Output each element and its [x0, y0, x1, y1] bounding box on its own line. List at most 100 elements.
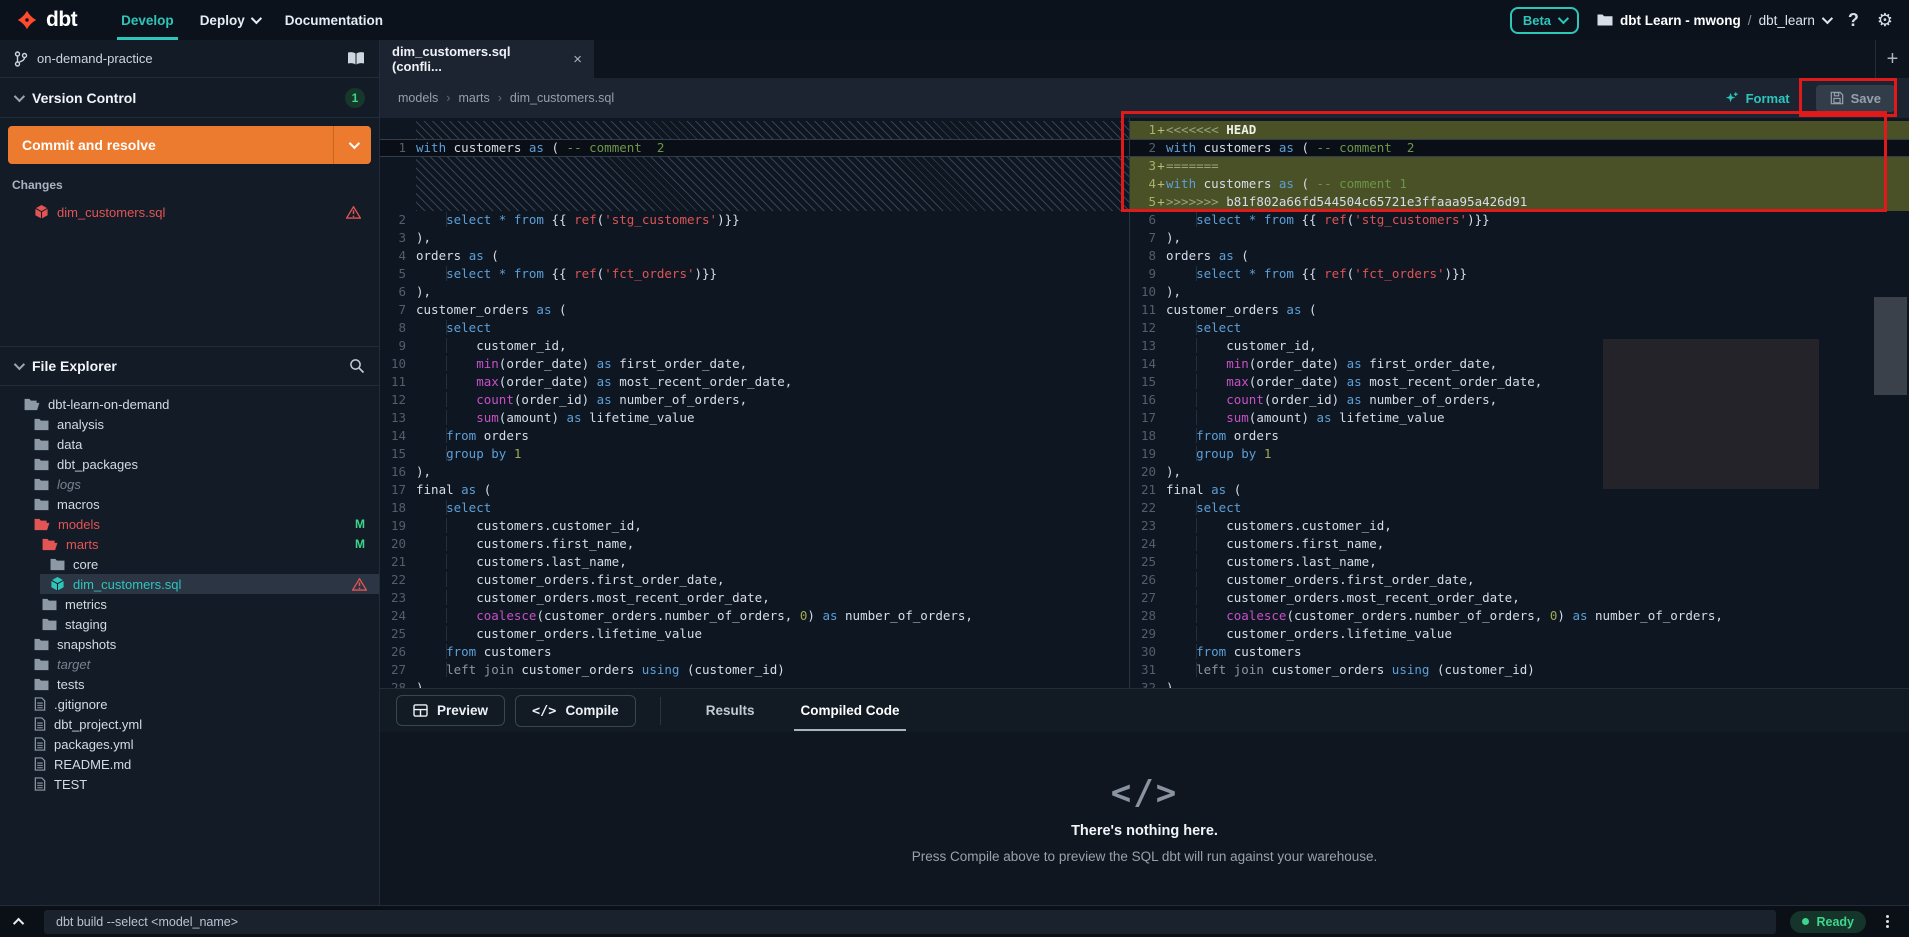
file-tree-item-test[interactable]: TEST: [0, 774, 379, 794]
file-tree-item-marts[interactable]: martsM: [0, 534, 379, 554]
code-line[interactable]: 9 select * from {{ ref('fct_orders')}}: [1130, 265, 1909, 283]
code-line[interactable]: 12 select: [1130, 319, 1909, 337]
docs-book-icon[interactable]: [347, 51, 365, 66]
file-tree-item-metrics[interactable]: metrics: [0, 594, 379, 614]
tab-dim-customers[interactable]: dim_customers.sql (confli... ×: [380, 40, 594, 78]
code-line[interactable]: 3+=======: [1130, 157, 1909, 175]
code-line[interactable]: 1+<<<<<<< HEAD: [1130, 121, 1909, 139]
branch-row[interactable]: on-demand-practice: [0, 40, 379, 78]
file-tree-item-dbt-project-yml[interactable]: dbt_project.yml: [0, 714, 379, 734]
code-line[interactable]: 25 customers.last_name,: [1130, 553, 1909, 571]
code-line[interactable]: 22 customer_orders.first_order_date,: [380, 571, 1129, 589]
search-icon[interactable]: [349, 358, 365, 374]
code-line[interactable]: 31 left join customer_orders using (cust…: [1130, 661, 1909, 679]
expand-panel-icon[interactable]: [10, 918, 30, 926]
commit-options-caret[interactable]: [333, 126, 371, 164]
code-line[interactable]: 29 customer_orders.lifetime_value: [1130, 625, 1909, 643]
file-tree-item--gitignore[interactable]: .gitignore: [0, 694, 379, 714]
file-tree-item-dbt-learn-on-demand[interactable]: dbt-learn-on-demand: [0, 394, 379, 414]
changed-file-row[interactable]: dim_customers.sql: [8, 200, 371, 224]
code-line[interactable]: 6 select * from {{ ref('stg_customers')}…: [1130, 211, 1909, 229]
code-line[interactable]: 24 customers.first_name,: [1130, 535, 1909, 553]
code-line[interactable]: 30 from customers: [1130, 643, 1909, 661]
file-tree-item-models[interactable]: modelsM: [0, 514, 379, 534]
nav-documentation[interactable]: Documentation: [285, 0, 383, 40]
code-line[interactable]: 27 customer_orders.most_recent_order_dat…: [1130, 589, 1909, 607]
file-tree-item-tests[interactable]: tests: [0, 674, 379, 694]
save-button[interactable]: Save: [1816, 85, 1895, 112]
code-line[interactable]: 5+>>>>>>> b81f802a66fd544504c65721e3ffaa…: [1130, 193, 1909, 211]
file-tree-item-packages-yml[interactable]: packages.yml: [0, 734, 379, 754]
code-line[interactable]: 10),: [1130, 283, 1909, 301]
code-line[interactable]: 12 count(order_id) as number_of_orders,: [380, 391, 1129, 409]
tab-compiled-code[interactable]: Compiled Code: [794, 690, 905, 731]
editor-pane-local[interactable]: 1with customers as ( -- comment 2 2 selec…: [380, 118, 1130, 688]
code-line[interactable]: 24 coalesce(customer_orders.number_of_or…: [380, 607, 1129, 625]
breadcrumb-marts[interactable]: marts: [458, 91, 489, 105]
beta-badge[interactable]: Beta: [1510, 7, 1579, 34]
code-line[interactable]: 28 coalesce(customer_orders.number_of_or…: [1130, 607, 1909, 625]
file-explorer-header[interactable]: File Explorer: [0, 346, 379, 386]
code-line[interactable]: 1with customers as ( -- comment 2: [380, 139, 1129, 157]
version-control-header[interactable]: Version Control 1: [0, 78, 379, 118]
code-line[interactable]: 32): [1130, 679, 1909, 688]
code-line[interactable]: 8orders as (: [1130, 247, 1909, 265]
code-line[interactable]: 19 customers.customer_id,: [380, 517, 1129, 535]
code-line[interactable]: 25 customer_orders.lifetime_value: [380, 625, 1129, 643]
file-tree-item-target[interactable]: target: [0, 654, 379, 674]
nav-deploy[interactable]: Deploy: [200, 0, 259, 40]
code-line[interactable]: 15 group by 1: [380, 445, 1129, 463]
code-line[interactable]: 9 customer_id,: [380, 337, 1129, 355]
file-tree-item-core[interactable]: core: [0, 554, 379, 574]
code-line[interactable]: 4orders as (: [380, 247, 1129, 265]
code-line[interactable]: 18 select: [380, 499, 1129, 517]
code-line[interactable]: 28): [380, 679, 1129, 688]
command-input[interactable]: [44, 910, 1776, 934]
code-line[interactable]: 8 select: [380, 319, 1129, 337]
gear-icon[interactable]: ⚙: [1877, 10, 1893, 31]
commit-and-resolve-button[interactable]: Commit and resolve: [8, 126, 371, 164]
kebab-menu-icon[interactable]: [1880, 913, 1895, 930]
code-line[interactable]: 16),: [380, 463, 1129, 481]
code-line[interactable]: 11customer_orders as (: [1130, 301, 1909, 319]
account-project-switcher[interactable]: dbt Learn - mwong / dbt_learn: [1597, 13, 1830, 28]
file-tree-item-snapshots[interactable]: snapshots: [0, 634, 379, 654]
code-line[interactable]: 27 left join customer_orders using (cust…: [380, 661, 1129, 679]
code-line[interactable]: 2 select * from {{ ref('stg_customers')}…: [380, 211, 1129, 229]
code-line[interactable]: 7customer_orders as (: [380, 301, 1129, 319]
code-line[interactable]: 14 from orders: [380, 427, 1129, 445]
code-line[interactable]: 10 min(order_date) as first_order_date,: [380, 355, 1129, 373]
code-line[interactable]: 22 select: [1130, 499, 1909, 517]
dbt-logo[interactable]: dbt: [14, 7, 77, 33]
tab-close-icon[interactable]: ×: [573, 51, 582, 68]
code-line[interactable]: 20 customers.first_name,: [380, 535, 1129, 553]
code-line[interactable]: 21 customers.last_name,: [380, 553, 1129, 571]
file-tree-item-staging[interactable]: staging: [0, 614, 379, 634]
file-tree-item-data[interactable]: data: [0, 434, 379, 454]
nav-develop[interactable]: Develop: [121, 0, 174, 40]
file-tree-item-logs[interactable]: logs: [0, 474, 379, 494]
code-line[interactable]: 7),: [1130, 229, 1909, 247]
code-line[interactable]: 26 customer_orders.first_order_date,: [1130, 571, 1909, 589]
file-tree-item-macros[interactable]: macros: [0, 494, 379, 514]
code-line[interactable]: 6),: [380, 283, 1129, 301]
code-line[interactable]: 17final as (: [380, 481, 1129, 499]
preview-button[interactable]: Preview: [396, 695, 505, 726]
editor-scrollbar-thumb[interactable]: [1874, 297, 1907, 395]
new-tab-button[interactable]: +: [1875, 40, 1909, 78]
code-line[interactable]: 5 select * from {{ ref('fct_orders')}}: [380, 265, 1129, 283]
code-line[interactable]: 23 customer_orders.most_recent_order_dat…: [380, 589, 1129, 607]
breadcrumb-models[interactable]: models: [398, 91, 438, 105]
code-line[interactable]: 3),: [380, 229, 1129, 247]
code-line[interactable]: 11 max(order_date) as most_recent_order_…: [380, 373, 1129, 391]
code-line[interactable]: 2with customers as ( -- comment 2: [1130, 139, 1909, 157]
file-tree-item-readme-md[interactable]: README.md: [0, 754, 379, 774]
help-icon[interactable]: ?: [1848, 10, 1859, 31]
file-tree-item-dbt-packages[interactable]: dbt_packages: [0, 454, 379, 474]
format-button[interactable]: Format: [1724, 91, 1790, 106]
breadcrumb-file[interactable]: dim_customers.sql: [510, 91, 614, 105]
code-line[interactable]: 23 customers.customer_id,: [1130, 517, 1909, 535]
file-tree-item-dim-customers-sql[interactable]: dim_customers.sql: [0, 574, 379, 594]
code-line[interactable]: 4+with customers as ( -- comment 1: [1130, 175, 1909, 193]
compile-button[interactable]: </> Compile: [515, 695, 636, 727]
